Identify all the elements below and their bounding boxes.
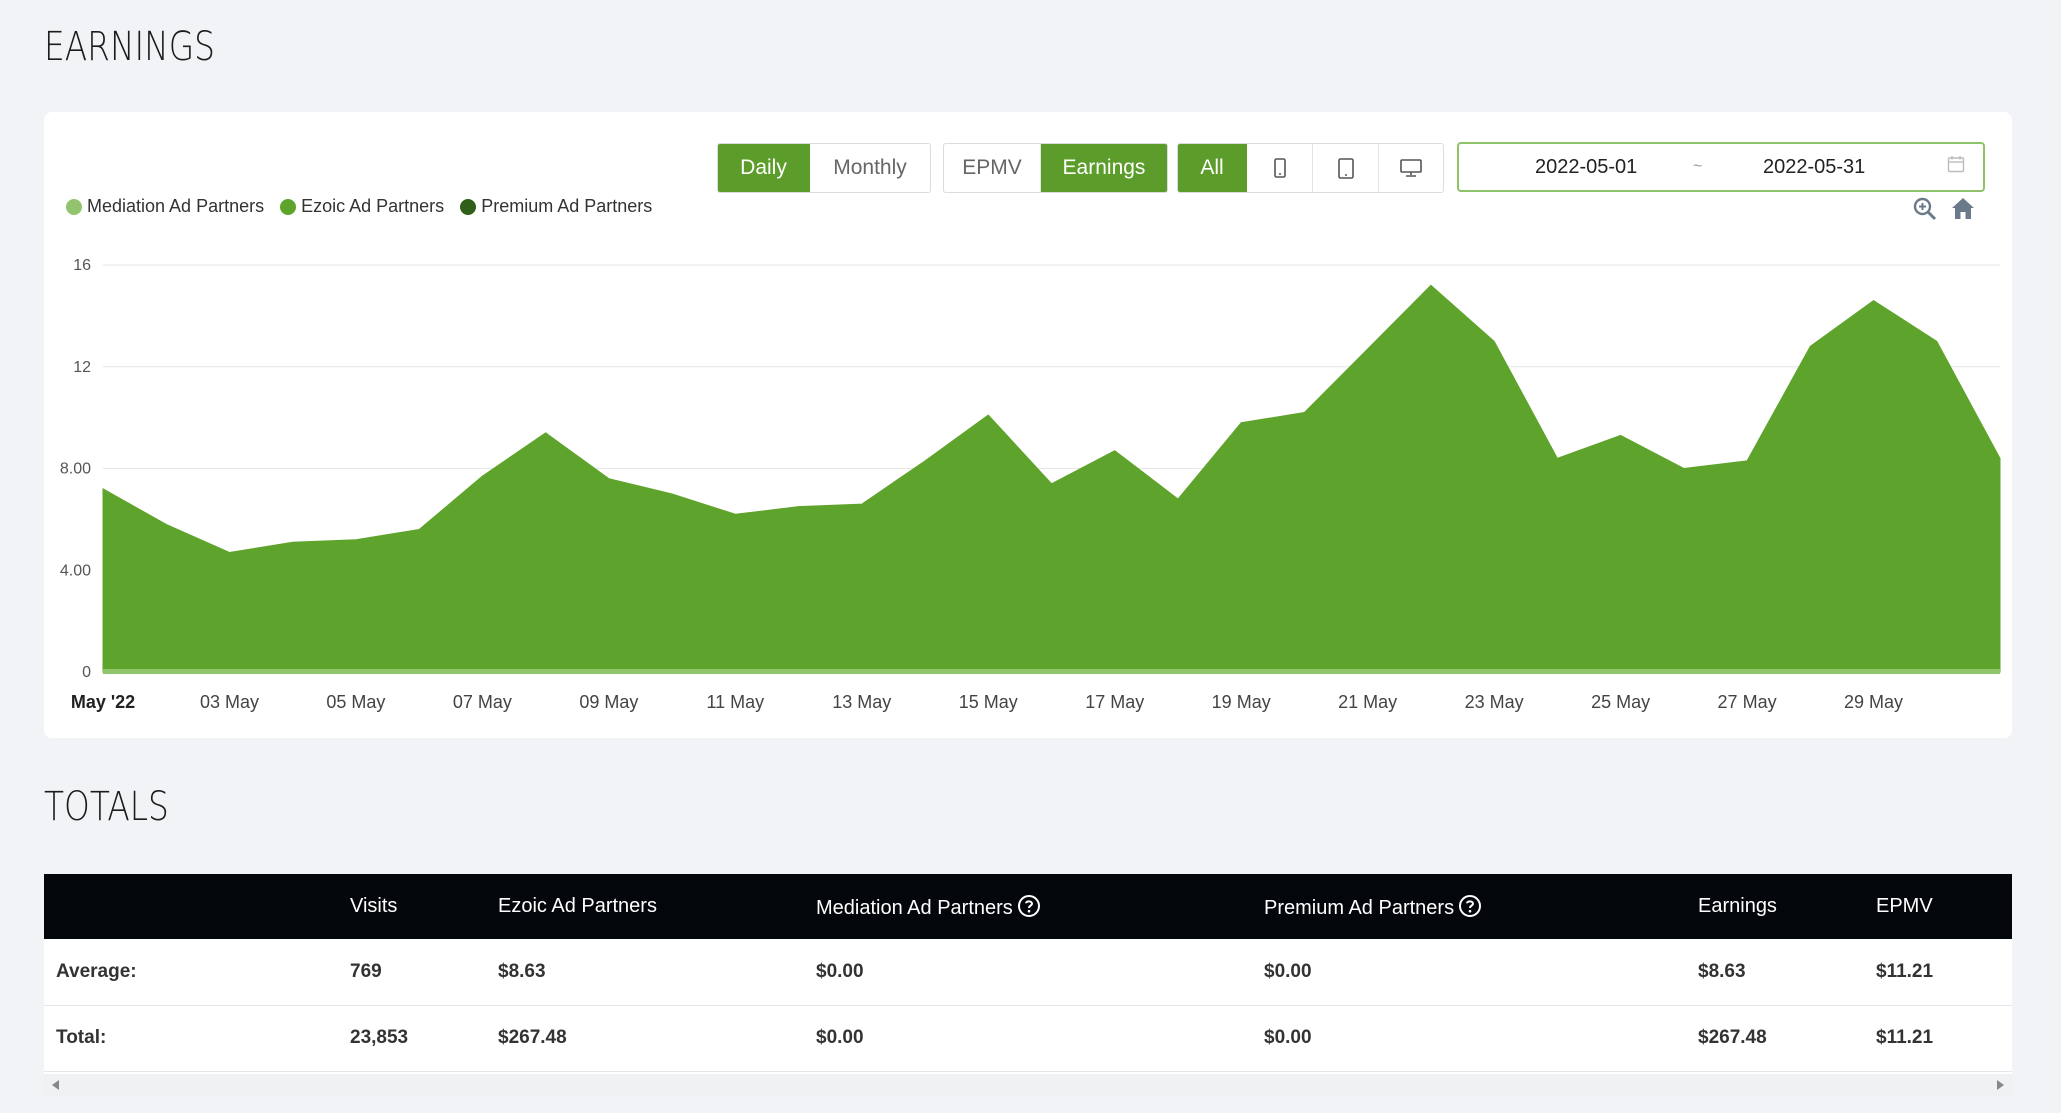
header-premium: Premium Ad Partners: [1264, 874, 1698, 939]
desktop-icon: [1400, 159, 1422, 177]
legend-label-ezoic: Ezoic Ad Partners: [301, 196, 445, 216]
x-tick-label: 05 May: [326, 692, 385, 712]
cell-mediation: $0.00: [816, 960, 864, 982]
y-tick-label: 16: [73, 257, 91, 274]
metric-toggle: EPMV Earnings: [943, 143, 1168, 193]
date-separator: ~: [1693, 158, 1703, 175]
header-empty: [44, 874, 350, 939]
x-tick-label: 09 May: [579, 692, 638, 712]
monthly-button[interactable]: Monthly: [810, 144, 930, 192]
desktop-button[interactable]: [1379, 144, 1443, 192]
cell-epmv: $11.21: [1876, 960, 1934, 982]
x-tick-label: 03 May: [200, 692, 259, 712]
cell-earnings: $8.63: [1698, 960, 1746, 982]
earnings-title: EARNINGS: [44, 24, 215, 70]
help-icon[interactable]: [1017, 894, 1041, 918]
header-epmv: EPMV: [1876, 895, 1933, 917]
header-mediation: Mediation Ad Partners: [816, 874, 1264, 939]
horizontal-scrollbar[interactable]: [44, 1074, 2012, 1096]
x-tick-label: 11 May: [706, 692, 764, 712]
epmv-button[interactable]: EPMV: [944, 144, 1041, 192]
chart-tools: [1912, 196, 1976, 222]
cell-visits: 23,853: [350, 1027, 409, 1048]
x-tick-label: 21 May: [1338, 692, 1397, 712]
earnings-button[interactable]: Earnings: [1041, 144, 1167, 192]
header-mediation-label: Mediation Ad Partners: [816, 896, 1013, 919]
header-ezoic: Ezoic Ad Partners: [498, 895, 657, 917]
tablet-icon: [1337, 157, 1354, 179]
earnings-chart-card: 0 4.00 8.00 12 16 May '22 03 May 05 May 07 May 09…: [44, 112, 2012, 738]
legend-label-mediation: Mediation Ad Partners: [87, 196, 265, 216]
legend-item-mediation[interactable]: Mediation Ad Partners: [66, 196, 264, 217]
device-toggle: All: [1177, 143, 1444, 193]
table-header-row: Visits Ezoic Ad Partners Mediation Ad Pa…: [44, 874, 2012, 939]
x-tick-label: May '22: [71, 692, 135, 712]
cell-visits: 769: [350, 960, 382, 982]
period-toggle: Daily Monthly: [717, 143, 931, 193]
x-tick-label: 23 May: [1465, 692, 1524, 712]
date-to[interactable]: 2022-05-31: [1763, 156, 1865, 179]
row-label: Average:: [56, 960, 137, 982]
legend-dot-mediation: [66, 198, 82, 215]
cell-ezoic: $267.48: [498, 1027, 567, 1048]
daily-button[interactable]: Daily: [718, 144, 810, 192]
row-label: Total:: [56, 1027, 107, 1048]
cell-mediation: $0.00: [816, 1027, 864, 1048]
date-from[interactable]: 2022-05-01: [1535, 156, 1637, 179]
mediation-baseline: [103, 669, 2000, 674]
totals-table: Visits Ezoic Ad Partners Mediation Ad Pa…: [44, 874, 2012, 1096]
x-tick-label: 25 May: [1591, 692, 1650, 712]
y-tick-label: 4.00: [60, 562, 91, 579]
table-row: Total: 23,853 $267.48 $0.00 $0.00 $267.4…: [44, 1005, 2012, 1071]
mobile-button[interactable]: [1247, 144, 1313, 192]
help-icon[interactable]: [1458, 894, 1482, 918]
scroll-right-icon[interactable]: [1996, 1080, 2004, 1090]
cell-epmv: $11.21: [1876, 1027, 1934, 1048]
cell-ezoic: $8.63: [498, 960, 546, 982]
header-visits: Visits: [350, 895, 398, 917]
legend-dot-premium: [460, 198, 477, 215]
x-tick-label: 15 May: [959, 692, 1018, 712]
x-tick-label: 07 May: [453, 692, 512, 712]
header-earnings: Earnings: [1698, 895, 1777, 917]
chart-legend: Mediation Ad Partners Ezoic Ad Partners …: [66, 196, 652, 217]
cell-premium: $0.00: [1264, 1027, 1312, 1048]
x-tick-label: 13 May: [832, 692, 891, 712]
mobile-icon: [1273, 158, 1286, 178]
y-tick-label: 8.00: [60, 461, 91, 478]
x-tick-label: 19 May: [1212, 692, 1271, 712]
tablet-button[interactable]: [1313, 144, 1379, 192]
series-area-1: [102, 284, 2001, 673]
home-icon[interactable]: [1950, 196, 1976, 222]
y-tick-label: 12: [73, 359, 91, 376]
x-tick-label: 17 May: [1085, 692, 1144, 712]
x-tick-label: 29 May: [1844, 692, 1903, 712]
x-tick-label: 27 May: [1718, 692, 1777, 712]
cell-earnings: $267.48: [1698, 1027, 1767, 1048]
calendar-icon[interactable]: [1947, 155, 1965, 173]
header-premium-label: Premium Ad Partners: [1264, 896, 1455, 919]
all-devices-button[interactable]: All: [1178, 144, 1247, 192]
zoom-icon[interactable]: [1912, 196, 1938, 222]
legend-dot-ezoic: [280, 198, 297, 215]
totals-title: TOTALS: [44, 784, 169, 830]
cell-premium: $0.00: [1264, 960, 1312, 982]
legend-item-premium[interactable]: Premium Ad Partners: [460, 196, 652, 217]
table-row: Average: 769 $8.63 $0.00 $0.00 $8.63 $11…: [44, 939, 2012, 1005]
y-tick-label: 0: [82, 664, 91, 681]
legend-item-ezoic[interactable]: Ezoic Ad Partners: [280, 196, 444, 217]
legend-label-premium: Premium Ad Partners: [481, 196, 653, 216]
date-range-picker[interactable]: 2022-05-01 ~ 2022-05-31: [1457, 142, 1985, 192]
scroll-left-icon[interactable]: [52, 1080, 60, 1090]
